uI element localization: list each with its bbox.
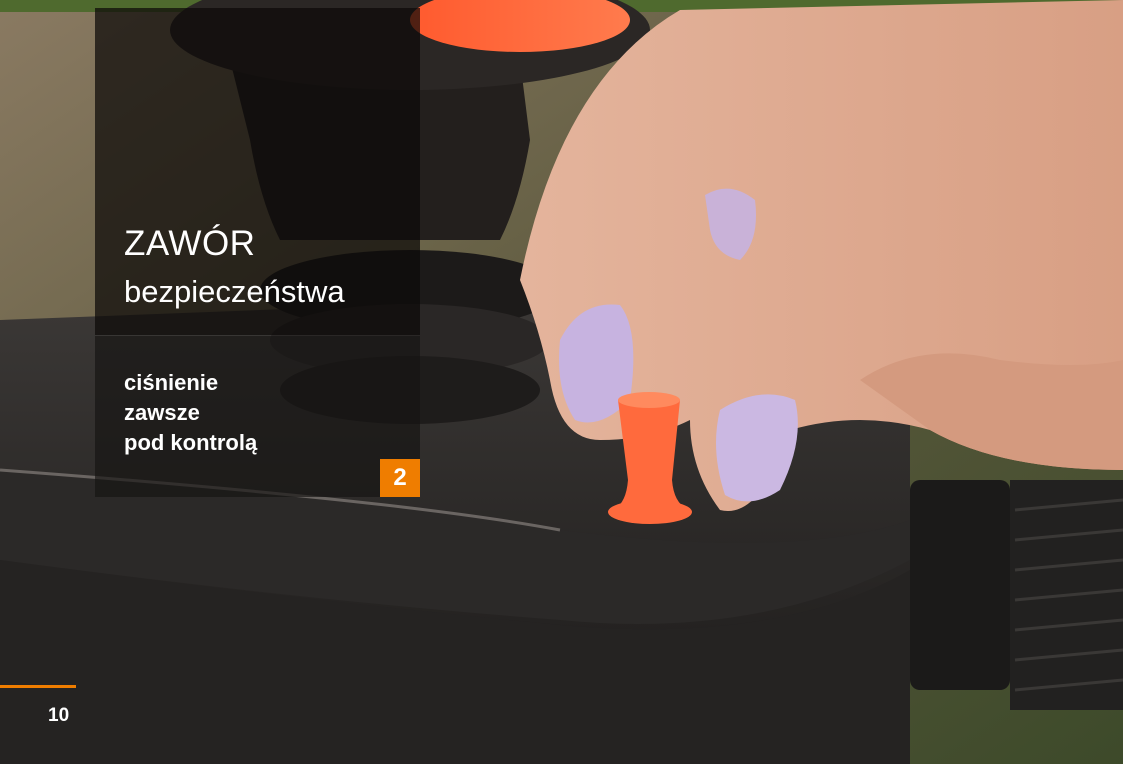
tagline: ciśnienie zawsze pod kontrolą	[124, 368, 257, 458]
tagline-line-3: pod kontrolą	[124, 430, 258, 455]
section-title: ZAWÓR	[124, 224, 256, 263]
tagline-line-1: ciśnienie	[124, 370, 219, 395]
page-number-rule	[0, 685, 76, 688]
feature-number-badge: 2	[380, 459, 420, 497]
tagline-line-2: zawsze	[124, 400, 200, 425]
section-subtitle: bezpieczeństwa	[124, 274, 345, 309]
brochure-page: ZAWÓR bezpieczeństwa ciśnienie zawsze po…	[0, 0, 1123, 764]
page-number: 10	[48, 705, 70, 726]
